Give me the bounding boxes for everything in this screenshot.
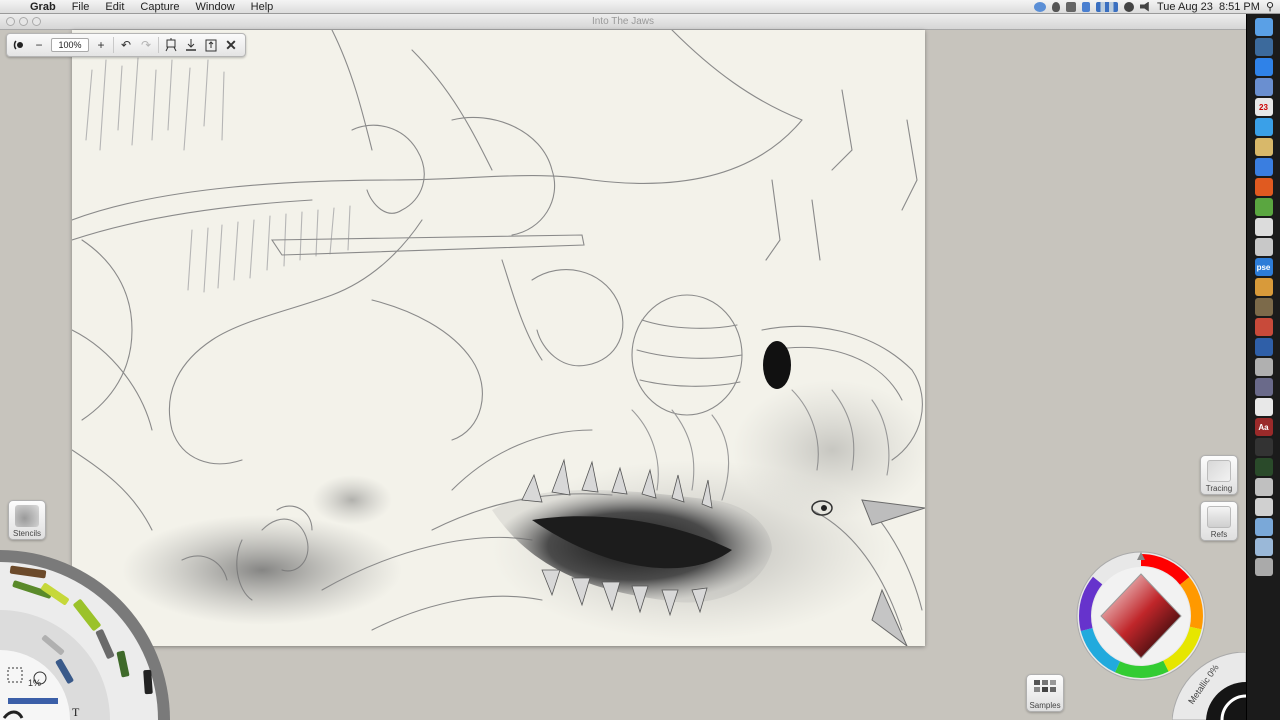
bluetooth-icon[interactable] [1082, 1, 1090, 12]
import-icon[interactable] [183, 37, 199, 53]
tracing-label: Tracing [1205, 484, 1233, 493]
zoom-window-button[interactable] [32, 17, 41, 26]
spotlight-search-icon[interactable]: ⚲ [1266, 0, 1274, 14]
terminal-icon[interactable] [1254, 438, 1273, 456]
easel-icon[interactable] [163, 37, 179, 53]
instruments-icon[interactable] [1254, 378, 1273, 396]
opacity-readout: 1% [28, 678, 42, 688]
menu-file[interactable]: File [64, 0, 98, 14]
calendar-icon[interactable]: 23 [1254, 98, 1273, 116]
textedit-icon[interactable] [1254, 218, 1273, 236]
toolbar-divider [113, 37, 114, 53]
menu-window[interactable]: Window [188, 0, 243, 14]
preview-icon[interactable] [1254, 78, 1273, 96]
toolbar-divider [158, 37, 159, 53]
trash-icon[interactable] [1254, 558, 1273, 576]
evernote-icon[interactable] [1254, 198, 1273, 216]
stencils-button[interactable]: Stencils [8, 500, 46, 540]
close-window-button[interactable] [6, 17, 15, 26]
menu-bar: Grab File Edit Capture Window Help Tue A… [0, 0, 1280, 14]
virtualbox-icon[interactable] [1254, 338, 1273, 356]
minimize-window-button[interactable] [19, 17, 28, 26]
stencils-label: Stencils [12, 529, 41, 538]
flame-icon[interactable] [1052, 1, 1060, 12]
menu-app-name[interactable]: Grab [22, 0, 64, 14]
menu-edit[interactable]: Edit [97, 0, 132, 14]
text-tool-icon[interactable]: T [72, 705, 80, 719]
monitor-icon[interactable] [1066, 1, 1076, 12]
canvas-toolbar: − 100% + ↶ ↷ ✕ [6, 33, 246, 57]
artrage-icon[interactable] [1254, 178, 1273, 196]
app-workspace: − 100% + ↶ ↷ ✕ Stencils T 1% Tracing Ref… [0, 30, 1246, 720]
documents-folder-icon[interactable] [1254, 538, 1273, 556]
zoom-field[interactable]: 100% [51, 38, 89, 52]
stickies-icon[interactable] [1254, 398, 1273, 416]
dictionary-icon[interactable]: Aa [1254, 418, 1273, 436]
window-title: Into The Jaws [591, 16, 655, 27]
safari-icon[interactable] [1254, 118, 1273, 136]
redo-button[interactable]: ↷ [138, 37, 154, 53]
mission-control-icon[interactable] [1254, 38, 1273, 56]
script-icon[interactable] [1254, 238, 1273, 256]
metallic-dial[interactable]: Metallic 0% [1172, 652, 1246, 720]
imovie-icon[interactable] [1254, 298, 1273, 316]
window-titlebar: Into The Jaws [0, 14, 1246, 30]
photoshop-elements-icon[interactable]: pse [1254, 258, 1273, 276]
time-machine-icon[interactable] [1124, 1, 1134, 12]
opacity-bar[interactable] [8, 698, 58, 704]
volume-icon[interactable] [1140, 1, 1149, 12]
grab-icon[interactable] [1254, 478, 1273, 496]
undo-button[interactable]: ↶ [118, 37, 134, 53]
tracing-icon [1207, 460, 1231, 482]
image-capture-icon[interactable] [1254, 358, 1273, 376]
samples-button[interactable]: Samples [1026, 674, 1064, 712]
drawing-canvas[interactable] [72, 30, 925, 646]
menu-capture[interactable]: Capture [132, 0, 187, 14]
finder-icon[interactable] [1254, 18, 1273, 36]
samples-label: Samples [1029, 701, 1061, 710]
itunes-icon[interactable] [1254, 158, 1273, 176]
zoom-out-button[interactable]: − [31, 37, 47, 53]
refs-icon [1207, 506, 1231, 528]
sketch-artwork [72, 30, 925, 646]
close-icon[interactable]: ✕ [223, 37, 239, 53]
photo-booth-icon[interactable] [1254, 318, 1273, 336]
tracing-button[interactable]: Tracing [1200, 455, 1238, 495]
stencils-icon [15, 505, 39, 527]
dock: 23 pse Aa [1246, 14, 1280, 720]
refs-label: Refs [1210, 530, 1228, 539]
clock[interactable]: Tue Aug 23 8:51 PM [1157, 0, 1260, 14]
export-icon[interactable] [203, 37, 219, 53]
notes-icon[interactable] [1254, 138, 1273, 156]
menu-help[interactable]: Help [243, 0, 282, 14]
zoom-in-button[interactable]: + [93, 37, 109, 53]
tool-picker[interactable]: T [0, 550, 170, 720]
activity-monitor-icon[interactable] [1254, 458, 1273, 476]
refs-button[interactable]: Refs [1200, 501, 1238, 541]
applications-folder-icon[interactable] [1254, 518, 1273, 536]
sync-icon[interactable] [1034, 1, 1046, 12]
iphoto-icon[interactable] [1254, 278, 1273, 296]
window-controls [6, 17, 41, 26]
activity-graph-icon[interactable] [1096, 1, 1118, 12]
status-area: Tue Aug 23 8:51 PM ⚲ [1034, 0, 1280, 14]
samples-grid-icon [1034, 680, 1056, 692]
pod-toggle-icon[interactable] [11, 37, 27, 53]
printer-icon[interactable] [1254, 498, 1273, 516]
app-store-icon[interactable] [1254, 58, 1273, 76]
